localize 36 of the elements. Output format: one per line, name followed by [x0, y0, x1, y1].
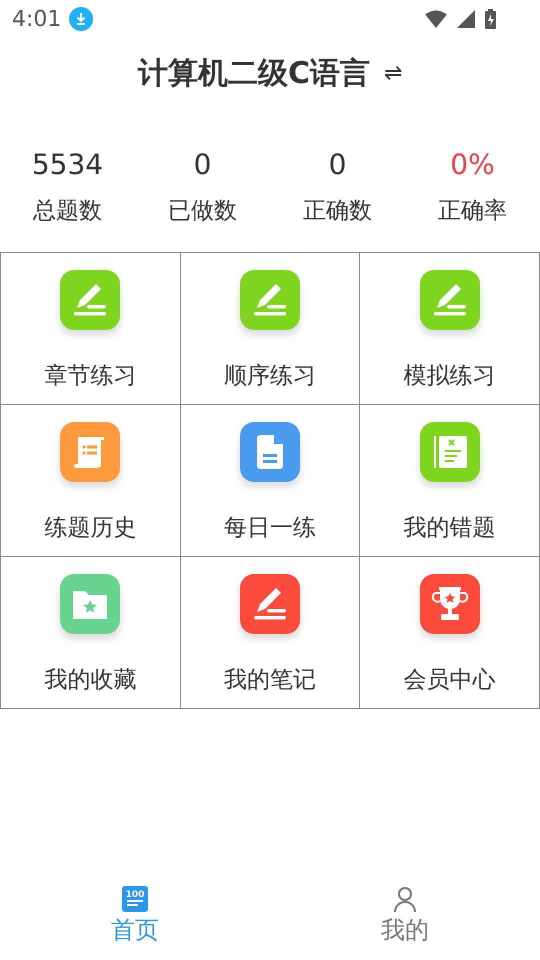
stat-label: 正确率: [438, 197, 507, 226]
wifi-icon: [425, 10, 447, 28]
menu-label: 顺序练习: [224, 362, 316, 391]
menu-label: 我的笔记: [224, 666, 316, 695]
menu-label: 练题历史: [44, 514, 136, 543]
app-title: 计算机二级C语言: [138, 54, 370, 92]
menu-tile[interactable]: 会员中心: [360, 557, 540, 709]
menu-tile[interactable]: 顺序练习: [180, 253, 360, 405]
home-icon: 100: [122, 886, 148, 912]
menu-label: 我的错题: [404, 514, 496, 543]
signal-icon: [455, 10, 477, 28]
stat-label: 正确数: [303, 197, 372, 226]
stat-value: 0%: [450, 148, 495, 181]
menu-tile[interactable]: 章节练习: [1, 253, 181, 405]
status-time: 4:01: [12, 6, 62, 32]
menu-tile[interactable]: 练题历史: [1, 405, 181, 557]
stat-value: 0: [328, 148, 346, 181]
menu-label: 我的收藏: [44, 666, 136, 695]
stat-value: 5534: [32, 148, 104, 181]
menu-tile[interactable]: 我的笔记: [180, 557, 360, 709]
menu-label: 章节练习: [44, 362, 136, 391]
menu-tile[interactable]: 我的收藏: [1, 557, 181, 709]
stat-label: 已做数: [168, 197, 237, 226]
menu-label: 模拟练习: [404, 362, 496, 391]
download-icon: [69, 7, 94, 31]
switch-button[interactable]: ⇌: [384, 60, 402, 86]
menu-label: 会员中心: [404, 666, 496, 695]
menu-tile[interactable]: 模拟练习: [360, 253, 540, 405]
stat-label: 总题数: [33, 197, 102, 226]
person-icon: [392, 886, 418, 912]
stat-value: 0: [194, 148, 212, 181]
battery-icon: [485, 9, 496, 29]
menu-tile[interactable]: 每日一练: [180, 405, 360, 557]
menu-tile[interactable]: 我的错题: [360, 405, 540, 557]
menu-label: 每日一练: [224, 514, 316, 543]
nav-tab[interactable]: 我的: [270, 886, 540, 960]
